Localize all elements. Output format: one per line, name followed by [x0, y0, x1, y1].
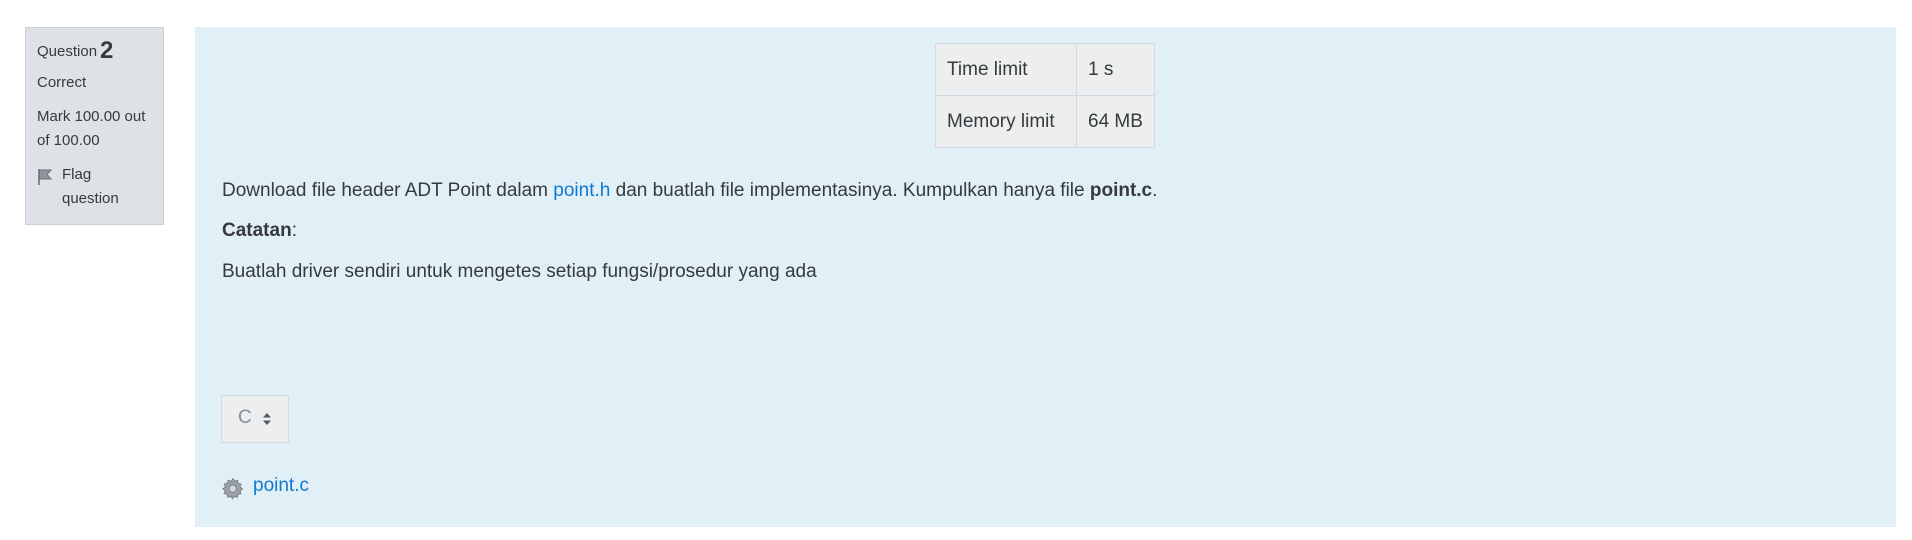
time-limit-value: 1 s — [1076, 43, 1155, 96]
flag-label-line-1: Flag — [62, 166, 92, 183]
header-file-link[interactable]: point.h — [553, 180, 610, 201]
flag-label-line-2: question — [62, 190, 119, 207]
memory-limit-value: 64 MB — [1076, 95, 1155, 148]
flag-question-button[interactable]: Flag question — [37, 163, 152, 211]
grade-line-2: of 100.00 — [37, 132, 100, 149]
flag-icon — [38, 169, 53, 185]
question-number: 2 — [100, 37, 114, 64]
question-content: Time limit 1 s Memory limit 64 MB Downlo… — [195, 27, 1896, 527]
memory-limit-row: Memory limit 64 MB — [935, 95, 1155, 148]
grade-line-1: Mark 100.00 out — [37, 108, 146, 125]
question-state: Correct — [37, 74, 87, 91]
instructions-middle: dan buatlah file implementasinya. Kumpul… — [610, 180, 1090, 201]
language-select[interactable]: C — [221, 395, 289, 443]
question-info-panel: Question 2 Correct Mark 100.00 out of 100… — [25, 27, 164, 225]
question-number-row: Question 2 — [37, 38, 152, 65]
note-heading: Catatan: — [222, 218, 297, 244]
gear-icon — [222, 477, 244, 500]
submit-filename: point.c — [1089, 180, 1153, 201]
language-select-value: C — [238, 407, 252, 428]
limits-table: Time limit 1 s Memory limit 64 MB — [935, 43, 1155, 148]
time-limit-row: Time limit 1 s — [935, 43, 1155, 96]
instructions-suffix: . — [1152, 180, 1158, 201]
question-instructions: Download file header ADT Point dalam poi… — [222, 178, 1157, 204]
attachment-file-link[interactable]: point.c — [253, 473, 309, 499]
time-limit-label: Time limit — [935, 43, 1077, 96]
sort-arrows-icon — [263, 413, 271, 425]
note-text: Buatlah driver sendiri untuk mengetes se… — [222, 261, 817, 282]
instructions-prefix: Download file header ADT Point dalam — [222, 180, 554, 201]
question-label: Question — [37, 43, 98, 60]
memory-limit-label: Memory limit — [935, 95, 1077, 148]
note-colon: : — [291, 220, 297, 241]
question-grade: Mark 100.00 out of 100.00 — [37, 105, 152, 153]
note-label: Catatan — [222, 220, 292, 241]
